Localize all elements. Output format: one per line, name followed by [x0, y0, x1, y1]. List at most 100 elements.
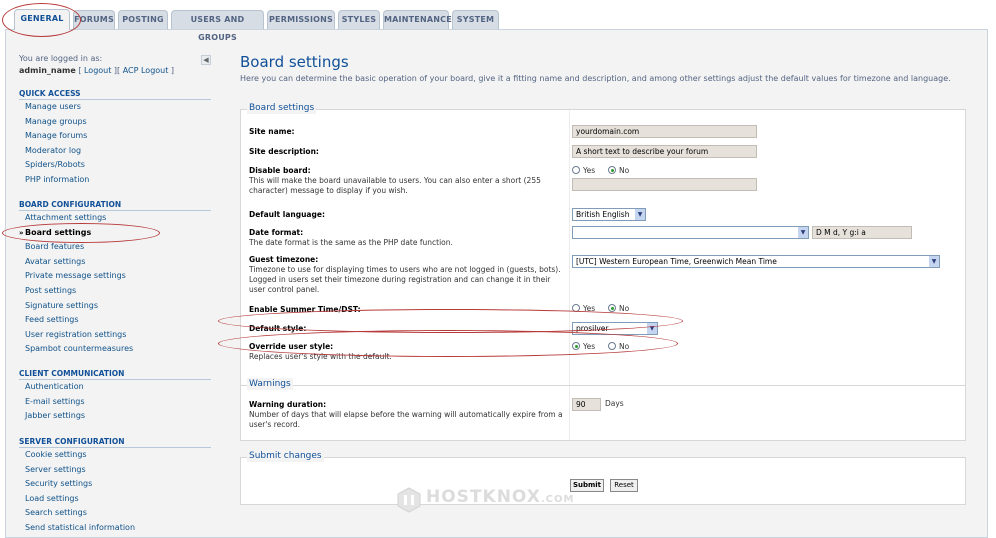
row-site-name: Site name: yourdomain.com: [241, 123, 965, 141]
row-enable-dst: Enable Summer Time/DST: Yes No: [241, 302, 965, 318]
chevron-down-icon: ▼: [647, 323, 657, 334]
sidebar-item-attachment-settings[interactable]: Attachment settings: [19, 211, 211, 226]
guest-timezone-label: Guest timezone:: [249, 255, 319, 264]
sidebar-item-manage-forums[interactable]: Manage forums: [19, 129, 211, 144]
sidebar-section-board-configuration: BOARD CONFIGURATION Attachment settings …: [19, 199, 211, 357]
row-guest-timezone: Guest timezone: Timezone to use for disp…: [241, 253, 965, 299]
tab-forums[interactable]: FORUMS: [73, 10, 115, 29]
sidebar-item-spiders-robots[interactable]: Spiders/Robots: [19, 158, 211, 173]
default-style-label: Default style:: [249, 324, 307, 333]
sidebar-item-email-settings[interactable]: E-mail settings: [19, 395, 211, 410]
tab-users-and-groups[interactable]: USERS AND GROUPS: [171, 10, 264, 42]
sidebar-item-feed-settings[interactable]: Feed settings: [19, 313, 211, 328]
submit-button[interactable]: Submit: [570, 479, 604, 492]
logout-link[interactable]: Logout: [84, 66, 111, 75]
sidebar-section-title: CLIENT COMMUNICATION: [19, 368, 211, 380]
collapse-sidebar-icon[interactable]: ◀: [201, 55, 211, 65]
row-override-user-style: Override user style: Replaces user's sty…: [241, 340, 965, 366]
chevron-down-icon: ▼: [929, 256, 939, 267]
sidebar-item-manage-groups[interactable]: Manage groups: [19, 115, 211, 130]
override-yes-radio[interactable]: Yes: [572, 342, 595, 352]
logged-in-label: You are logged in as:: [19, 54, 103, 63]
sidebar-item-manage-users[interactable]: Manage users: [19, 100, 211, 115]
row-date-format: Date format: The date format is the same…: [241, 226, 965, 252]
radio-checked-icon: [608, 304, 616, 312]
fieldset-legend: Board settings: [247, 102, 317, 114]
tab-system[interactable]: SYSTEM: [452, 10, 499, 29]
radio-icon: [572, 166, 580, 174]
default-style-select[interactable]: prosilver ▼: [572, 322, 658, 335]
sidebar-section-title: BOARD CONFIGURATION: [19, 199, 211, 211]
sidebar-item-spambot-countermeasures[interactable]: Spambot countermeasures: [19, 342, 211, 357]
board-settings-fieldset: Board settings Site name: yourdomain.com…: [240, 102, 966, 419]
disable-board-label: Disable board:: [249, 166, 311, 175]
site-name-input[interactable]: yourdomain.com: [572, 125, 757, 138]
tab-permissions[interactable]: PERMISSIONS: [267, 10, 335, 29]
sidebar-item-load-settings[interactable]: Load settings: [19, 492, 211, 507]
sidebar-item-private-message-settings[interactable]: Private message settings: [19, 269, 211, 284]
disable-message-input[interactable]: [572, 178, 757, 191]
tab-maintenance[interactable]: MAINTENANCE: [383, 10, 452, 29]
main-content: Board settings Here you can determine th…: [240, 53, 970, 505]
sidebar-item-post-settings[interactable]: Post settings: [19, 284, 211, 299]
tab-general[interactable]: GENERAL: [14, 9, 70, 30]
disable-board-yes-radio[interactable]: Yes: [572, 166, 595, 176]
sidebar-section-quick-access: QUICK ACCESS Manage users Manage groups …: [19, 88, 211, 188]
watermark: HOSTKNOX.COM: [426, 487, 574, 507]
sidebar-item-jabber-settings[interactable]: Jabber settings: [19, 409, 211, 424]
sidebar-section-title: QUICK ACCESS: [19, 88, 211, 100]
username: admin_name: [19, 66, 76, 75]
dst-yes-radio[interactable]: Yes: [572, 304, 595, 314]
override-user-style-explain: Replaces user's style with the default.: [249, 352, 392, 361]
watermark-text: HOSTKNOX: [426, 487, 541, 507]
sidebar-item-send-statistical-information[interactable]: Send statistical information: [19, 521, 211, 536]
sidebar-item-board-settings[interactable]: Board settings: [19, 226, 211, 241]
chevron-down-icon: ▼: [635, 209, 645, 220]
sidebar-item-user-registration-settings[interactable]: User registration settings: [19, 328, 211, 343]
reset-button[interactable]: Reset: [610, 479, 638, 492]
dst-no-radio[interactable]: No: [608, 304, 629, 314]
row-default-style: Default style: prosilver ▼: [241, 320, 965, 338]
warning-duration-input[interactable]: 90: [572, 398, 601, 411]
date-format-explain: The date format is the same as the PHP d…: [249, 238, 453, 247]
default-language-label: Default language:: [249, 210, 325, 219]
sidebar-item-board-features[interactable]: Board features: [19, 240, 211, 255]
sidebar-item-cookie-settings[interactable]: Cookie settings: [19, 448, 211, 463]
tab-styles[interactable]: STYLES: [338, 10, 380, 29]
sidebar-section-title: SERVER CONFIGURATION: [19, 436, 211, 448]
radio-checked-icon: [572, 342, 580, 350]
sidebar-item-avatar-settings[interactable]: Avatar settings: [19, 255, 211, 270]
sidebar-item-moderator-log[interactable]: Moderator log: [19, 144, 211, 159]
disable-board-explain: This will make the board unavailable to …: [249, 176, 541, 195]
row-disable-board: Disable board: This will make the board …: [241, 164, 965, 204]
fieldset-legend: Warnings: [247, 378, 293, 390]
page-description: Here you can determine the basic operati…: [240, 74, 951, 83]
warnings-fieldset: Warnings Warning duration: Number of day…: [240, 378, 966, 441]
sidebar-item-security-settings[interactable]: Security settings: [19, 477, 211, 492]
sidebar-item-signature-settings[interactable]: Signature settings: [19, 299, 211, 314]
warning-duration-label: Warning duration:: [249, 400, 327, 409]
site-description-input[interactable]: A short text to describe your forum: [572, 145, 757, 158]
sidebar-section-server-configuration: SERVER CONFIGURATION Cookie settings Ser…: [19, 436, 211, 536]
date-format-select[interactable]: ▼: [572, 226, 809, 239]
sidebar-item-server-settings[interactable]: Server settings: [19, 463, 211, 478]
override-no-radio[interactable]: No: [608, 342, 629, 352]
date-format-input[interactable]: D M d, Y g:i a: [812, 226, 912, 239]
sidebar-item-search-settings[interactable]: Search settings: [19, 506, 211, 521]
guest-timezone-select[interactable]: [UTC] Western European Time, Greenwich M…: [572, 255, 940, 268]
warning-duration-unit: Days: [605, 399, 624, 408]
tab-posting[interactable]: POSTING: [118, 10, 168, 29]
enable-dst-label: Enable Summer Time/DST:: [249, 305, 361, 314]
radio-checked-icon: [608, 166, 616, 174]
disable-board-no-radio[interactable]: No: [608, 166, 629, 176]
site-name-label: Site name:: [249, 127, 295, 136]
sidebar-item-authentication[interactable]: Authentication: [19, 380, 211, 395]
page-title: Board settings: [240, 53, 349, 71]
guest-timezone-explain: Timezone to use for displaying times to …: [249, 265, 561, 294]
row-default-language: Default language: British English ▼: [241, 206, 965, 224]
override-user-style-label: Override user style:: [249, 342, 334, 351]
watermark-suffix: .COM: [540, 494, 575, 505]
acp-logout-link[interactable]: ACP Logout: [123, 66, 169, 75]
default-language-select[interactable]: British English ▼: [572, 208, 646, 221]
sidebar-item-php-information[interactable]: PHP information: [19, 173, 211, 188]
